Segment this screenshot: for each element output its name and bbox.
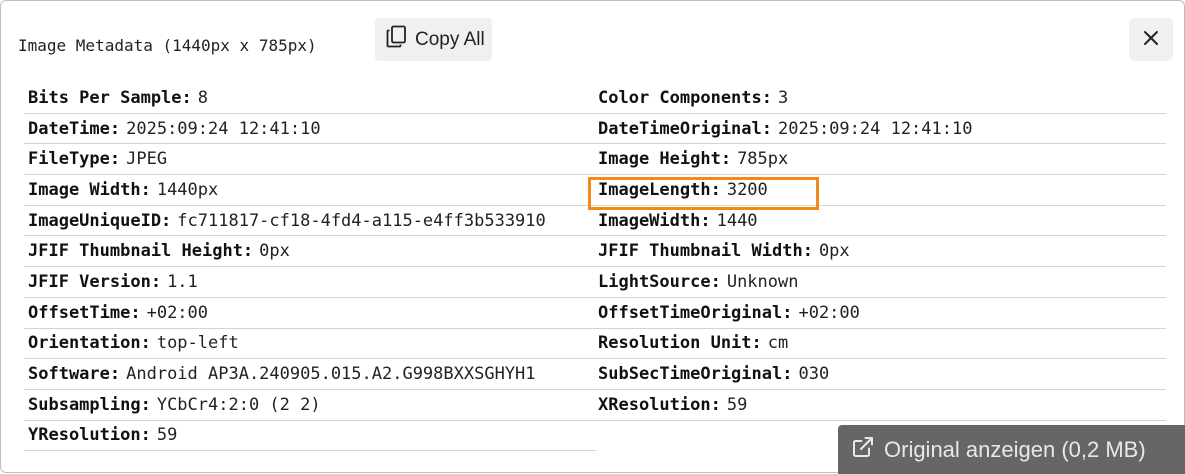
- metadata-row: JFIF Thumbnail Height: 0px: [24, 236, 596, 268]
- metadata-row: ImageWidth: 1440: [595, 206, 1166, 237]
- metadata-row: ImageLength: 3200: [595, 175, 1166, 206]
- metadata-value: 1.1: [167, 271, 198, 292]
- metadata-key: Orientation:: [28, 333, 151, 354]
- metadata-row: SubSecTimeOriginal: 030: [595, 359, 1166, 390]
- metadata-key: JFIF Version:: [28, 271, 162, 292]
- metadata-value: 3200: [726, 179, 768, 200]
- copy-all-button[interactable]: Copy All: [375, 18, 492, 61]
- metadata-right-column: Color Components: 3 DateTimeOriginal: 2025…: [595, 83, 1166, 421]
- metadata-value: 030: [798, 364, 830, 385]
- metadata-value: Unknown: [726, 271, 799, 292]
- metadata-row: FileType: JPEG: [24, 144, 596, 176]
- close-icon: [1143, 30, 1159, 49]
- metadata-row: Image Height: 785px: [595, 144, 1166, 176]
- metadata-row: Color Components: 3: [595, 83, 1166, 114]
- metadata-key: XResolution:: [598, 394, 721, 415]
- metadata-value: 3: [778, 87, 789, 108]
- metadata-row: YResolution: 59: [24, 421, 596, 452]
- metadata-row: OffsetTime: +02:00: [24, 298, 596, 329]
- metadata-row: Orientation: top-left: [24, 329, 596, 360]
- metadata-row: Subsampling: YCbCr4:2:0 (2 2): [24, 390, 596, 421]
- metadata-value: 59: [726, 394, 748, 415]
- metadata-value: +02:00: [146, 302, 209, 323]
- metadata-value: top-left: [156, 333, 239, 354]
- metadata-row: LightSource: Unknown: [595, 267, 1166, 298]
- metadata-value: 785px: [737, 149, 789, 170]
- metadata-row: Image Width: 1440px: [24, 175, 596, 206]
- show-original-label: Original anzeigen (0,2 MB): [884, 436, 1146, 462]
- metadata-key: ImageWidth:: [598, 210, 711, 231]
- metadata-key: ImageUniqueID:: [28, 210, 172, 231]
- metadata-value: 0px: [818, 241, 850, 262]
- metadata-row: Bits Per Sample: 8: [24, 83, 596, 114]
- metadata-key: OffsetTime:: [28, 302, 141, 323]
- metadata-value: fc711817-cf18-4fd4-a115-e4ff3b533910: [177, 210, 546, 231]
- metadata-row: JFIF Version: 1.1: [24, 267, 596, 298]
- metadata-value: 0px: [259, 241, 290, 262]
- metadata-key: JFIF Thumbnail Width:: [598, 241, 813, 262]
- metadata-key: Image Width:: [28, 179, 151, 200]
- metadata-value: JPEG: [126, 149, 168, 170]
- metadata-row: Resolution Unit: cm: [595, 329, 1166, 360]
- metadata-left-column: Bits Per Sample: 8 DateTime: 2025:09:24 12…: [24, 83, 596, 452]
- metadata-key: FileType:: [28, 149, 121, 170]
- metadata-row: ImageUniqueID: fc711817-cf18-4fd4-a115-e4…: [24, 206, 596, 237]
- metadata-row: DateTime: 2025:09:24 12:41:10: [24, 114, 596, 145]
- metadata-row: XResolution: 59: [595, 390, 1166, 421]
- metadata-key: Bits Per Sample:: [28, 87, 192, 108]
- show-original-button[interactable]: Original anzeigen (0,2 MB): [838, 425, 1185, 474]
- dialog-title: Image Metadata (1440px x 785px): [18, 36, 317, 55]
- external-link-icon: [852, 436, 874, 464]
- metadata-value: 1440px: [156, 179, 219, 200]
- copy-icon: [386, 25, 407, 54]
- metadata-key: LightSource:: [598, 271, 721, 292]
- image-metadata-dialog: Image Metadata (1440px x 785px) Copy All…: [0, 0, 1185, 474]
- metadata-key: Subsampling:: [28, 394, 151, 415]
- metadata-key: Image Height:: [598, 149, 732, 170]
- metadata-row: JFIF Thumbnail Width: 0px: [595, 236, 1166, 268]
- metadata-row: OffsetTimeOriginal: +02:00: [595, 298, 1166, 329]
- metadata-value: 59: [156, 425, 178, 446]
- metadata-key: SubSecTimeOriginal:: [598, 364, 793, 385]
- metadata-key: DateTimeOriginal:: [598, 118, 772, 139]
- metadata-key: YResolution:: [28, 425, 151, 446]
- metadata-value: YCbCr4:2:0 (2 2): [156, 394, 321, 415]
- metadata-value: +02:00: [798, 302, 860, 323]
- metadata-row: Software: Android AP3A.240905.015.A2.G998…: [24, 359, 596, 390]
- metadata-value: Android AP3A.240905.015.A2.G998BXXSGHYH1: [126, 364, 536, 385]
- metadata-key: Resolution Unit:: [598, 333, 762, 354]
- copy-all-label: Copy All: [415, 28, 485, 50]
- metadata-value: cm: [767, 333, 789, 354]
- metadata-value: 1440: [716, 210, 758, 231]
- metadata-key: Software:: [28, 364, 121, 385]
- metadata-key: DateTime:: [28, 118, 121, 139]
- metadata-key: Color Components:: [598, 87, 772, 108]
- metadata-key: JFIF Thumbnail Height:: [28, 241, 254, 262]
- metadata-value: 2025:09:24 12:41:10: [126, 118, 321, 139]
- metadata-value: 8: [197, 87, 209, 108]
- close-button[interactable]: [1129, 18, 1173, 61]
- metadata-value: 2025:09:24 12:41:10: [778, 118, 973, 139]
- metadata-row: DateTimeOriginal: 2025:09:24 12:41:10: [595, 114, 1166, 145]
- metadata-key: OffsetTimeOriginal:: [598, 302, 793, 323]
- metadata-key: ImageLength:: [598, 179, 721, 200]
